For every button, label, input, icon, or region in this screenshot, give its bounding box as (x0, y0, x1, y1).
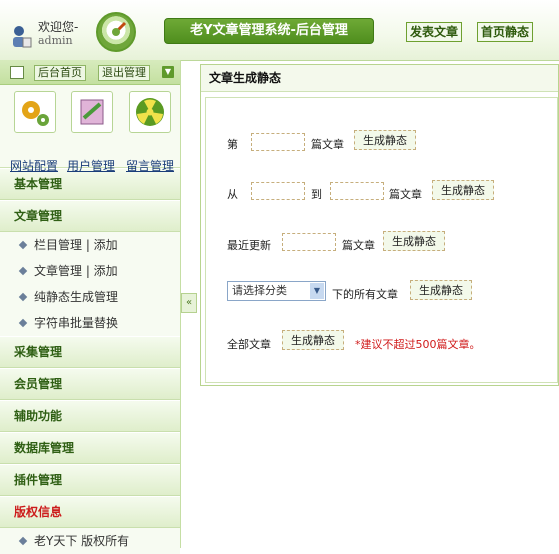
section-database[interactable]: 数据库管理 (0, 432, 180, 464)
row3-suffix: 篇文章 (342, 239, 375, 252)
page-title: 文章生成静态 (201, 65, 558, 92)
sidebar: 后台首页 退出管理 ▼ 网站配置 用户管理 留言管理 基本管理 文章管理 栏目管… (0, 60, 181, 554)
sidebar-item-label[interactable]: 纯静态生成管理 (34, 290, 118, 304)
category-select[interactable]: 请选择分类 ▼ (227, 281, 326, 301)
welcome-block: 欢迎您- admin (38, 20, 78, 48)
section-collect[interactable]: 采集管理 (0, 336, 180, 368)
row4-generate-button[interactable]: 生成静态 (410, 280, 472, 300)
username: admin (38, 34, 73, 47)
section-member[interactable]: 会员管理 (0, 368, 180, 400)
row2-suffix: 篇文章 (389, 188, 422, 201)
row2-from-input[interactable] (251, 182, 305, 200)
sidebar-item-replace[interactable]: 字符串批量替换 (0, 310, 180, 336)
admin-home-button[interactable]: 后台首页 (34, 65, 86, 81)
header: 欢迎您- admin 老Y文章管理系统-后台管理 发表文章 首页静态 (0, 0, 559, 61)
row3-prefix: 最近更新 (227, 239, 271, 252)
sidebar-toolbar: 后台首页 退出管理 ▼ (0, 60, 180, 85)
chevron-down-icon[interactable]: ▼ (162, 66, 174, 78)
sidebar-item-copyright: 老Y天下 版权所有 (0, 528, 180, 554)
form-area: 第 篇文章 生成静态 从 到 篇文章 生成静态 最近更新 篇文章 生成静态 请选… (205, 97, 558, 383)
main-panel: 文章生成静态 第 篇文章 生成静态 从 到 篇文章 生成静态 最近更新 篇文章 … (200, 64, 559, 386)
gears-icon[interactable] (14, 91, 56, 133)
row5-prefix: 全部文章 (227, 338, 271, 351)
sidebar-item-category[interactable]: 栏目管理 | 添加 (0, 232, 180, 258)
publish-article-button[interactable]: 发表文章 (406, 22, 463, 42)
category-select-value[interactable]: 请选择分类 (232, 284, 287, 297)
row1-suffix: 篇文章 (311, 138, 344, 151)
user-avatar-icon (13, 26, 32, 48)
row3-generate-button[interactable]: 生成静态 (383, 231, 445, 251)
calendar-icon[interactable] (10, 66, 24, 79)
row2-to: 到 (311, 188, 322, 201)
user-manage-link[interactable]: 用户管理 (67, 157, 115, 174)
site-config-link[interactable]: 网站配置 (10, 157, 58, 174)
logout-button[interactable]: 退出管理 (98, 65, 150, 81)
home-static-button[interactable]: 首页静态 (477, 22, 534, 42)
row1-number-input[interactable] (251, 133, 305, 151)
row5-generate-button[interactable]: 生成静态 (282, 330, 344, 350)
row1-prefix: 第 (227, 138, 238, 151)
limit-note: *建议不超过500篇文章。 (355, 338, 481, 351)
sidebar-item-label[interactable]: 字符串批量替换 (34, 316, 118, 330)
sidebar-item-article[interactable]: 文章管理 | 添加 (0, 258, 180, 284)
collapse-sidebar-icon[interactable]: « (181, 293, 197, 313)
row3-recent-input[interactable] (282, 233, 336, 251)
sidebar-item-static[interactable]: 纯静态生成管理 (0, 284, 180, 310)
row2-to-input[interactable] (330, 182, 384, 200)
users-icon[interactable] (71, 91, 113, 133)
section-tools[interactable]: 辅助功能 (0, 400, 180, 432)
radiation-icon[interactable] (129, 91, 171, 133)
row2-from: 从 (227, 188, 238, 201)
copyright-text: 老Y天下 版权所有 (34, 534, 130, 548)
system-title: 老Y文章管理系统-后台管理 (164, 18, 374, 44)
section-article[interactable]: 文章管理 (0, 200, 180, 232)
row2-generate-button[interactable]: 生成静态 (432, 180, 494, 200)
sidebar-item-label[interactable]: 栏目管理 | 添加 (34, 238, 118, 252)
section-plugins[interactable]: 插件管理 (0, 464, 180, 496)
logo-icon (96, 12, 136, 52)
row1-generate-button[interactable]: 生成静态 (354, 130, 416, 150)
sidebar-item-label[interactable]: 文章管理 | 添加 (34, 264, 118, 278)
guestbook-manage-link[interactable]: 留言管理 (126, 157, 174, 174)
chevron-down-icon[interactable]: ▼ (310, 283, 324, 299)
section-copyright[interactable]: 版权信息 (0, 496, 180, 528)
row4-suffix: 下的所有文章 (332, 288, 398, 301)
quick-links: 网站配置 用户管理 留言管理 (0, 85, 180, 173)
welcome-text: 欢迎您- (38, 20, 79, 34)
